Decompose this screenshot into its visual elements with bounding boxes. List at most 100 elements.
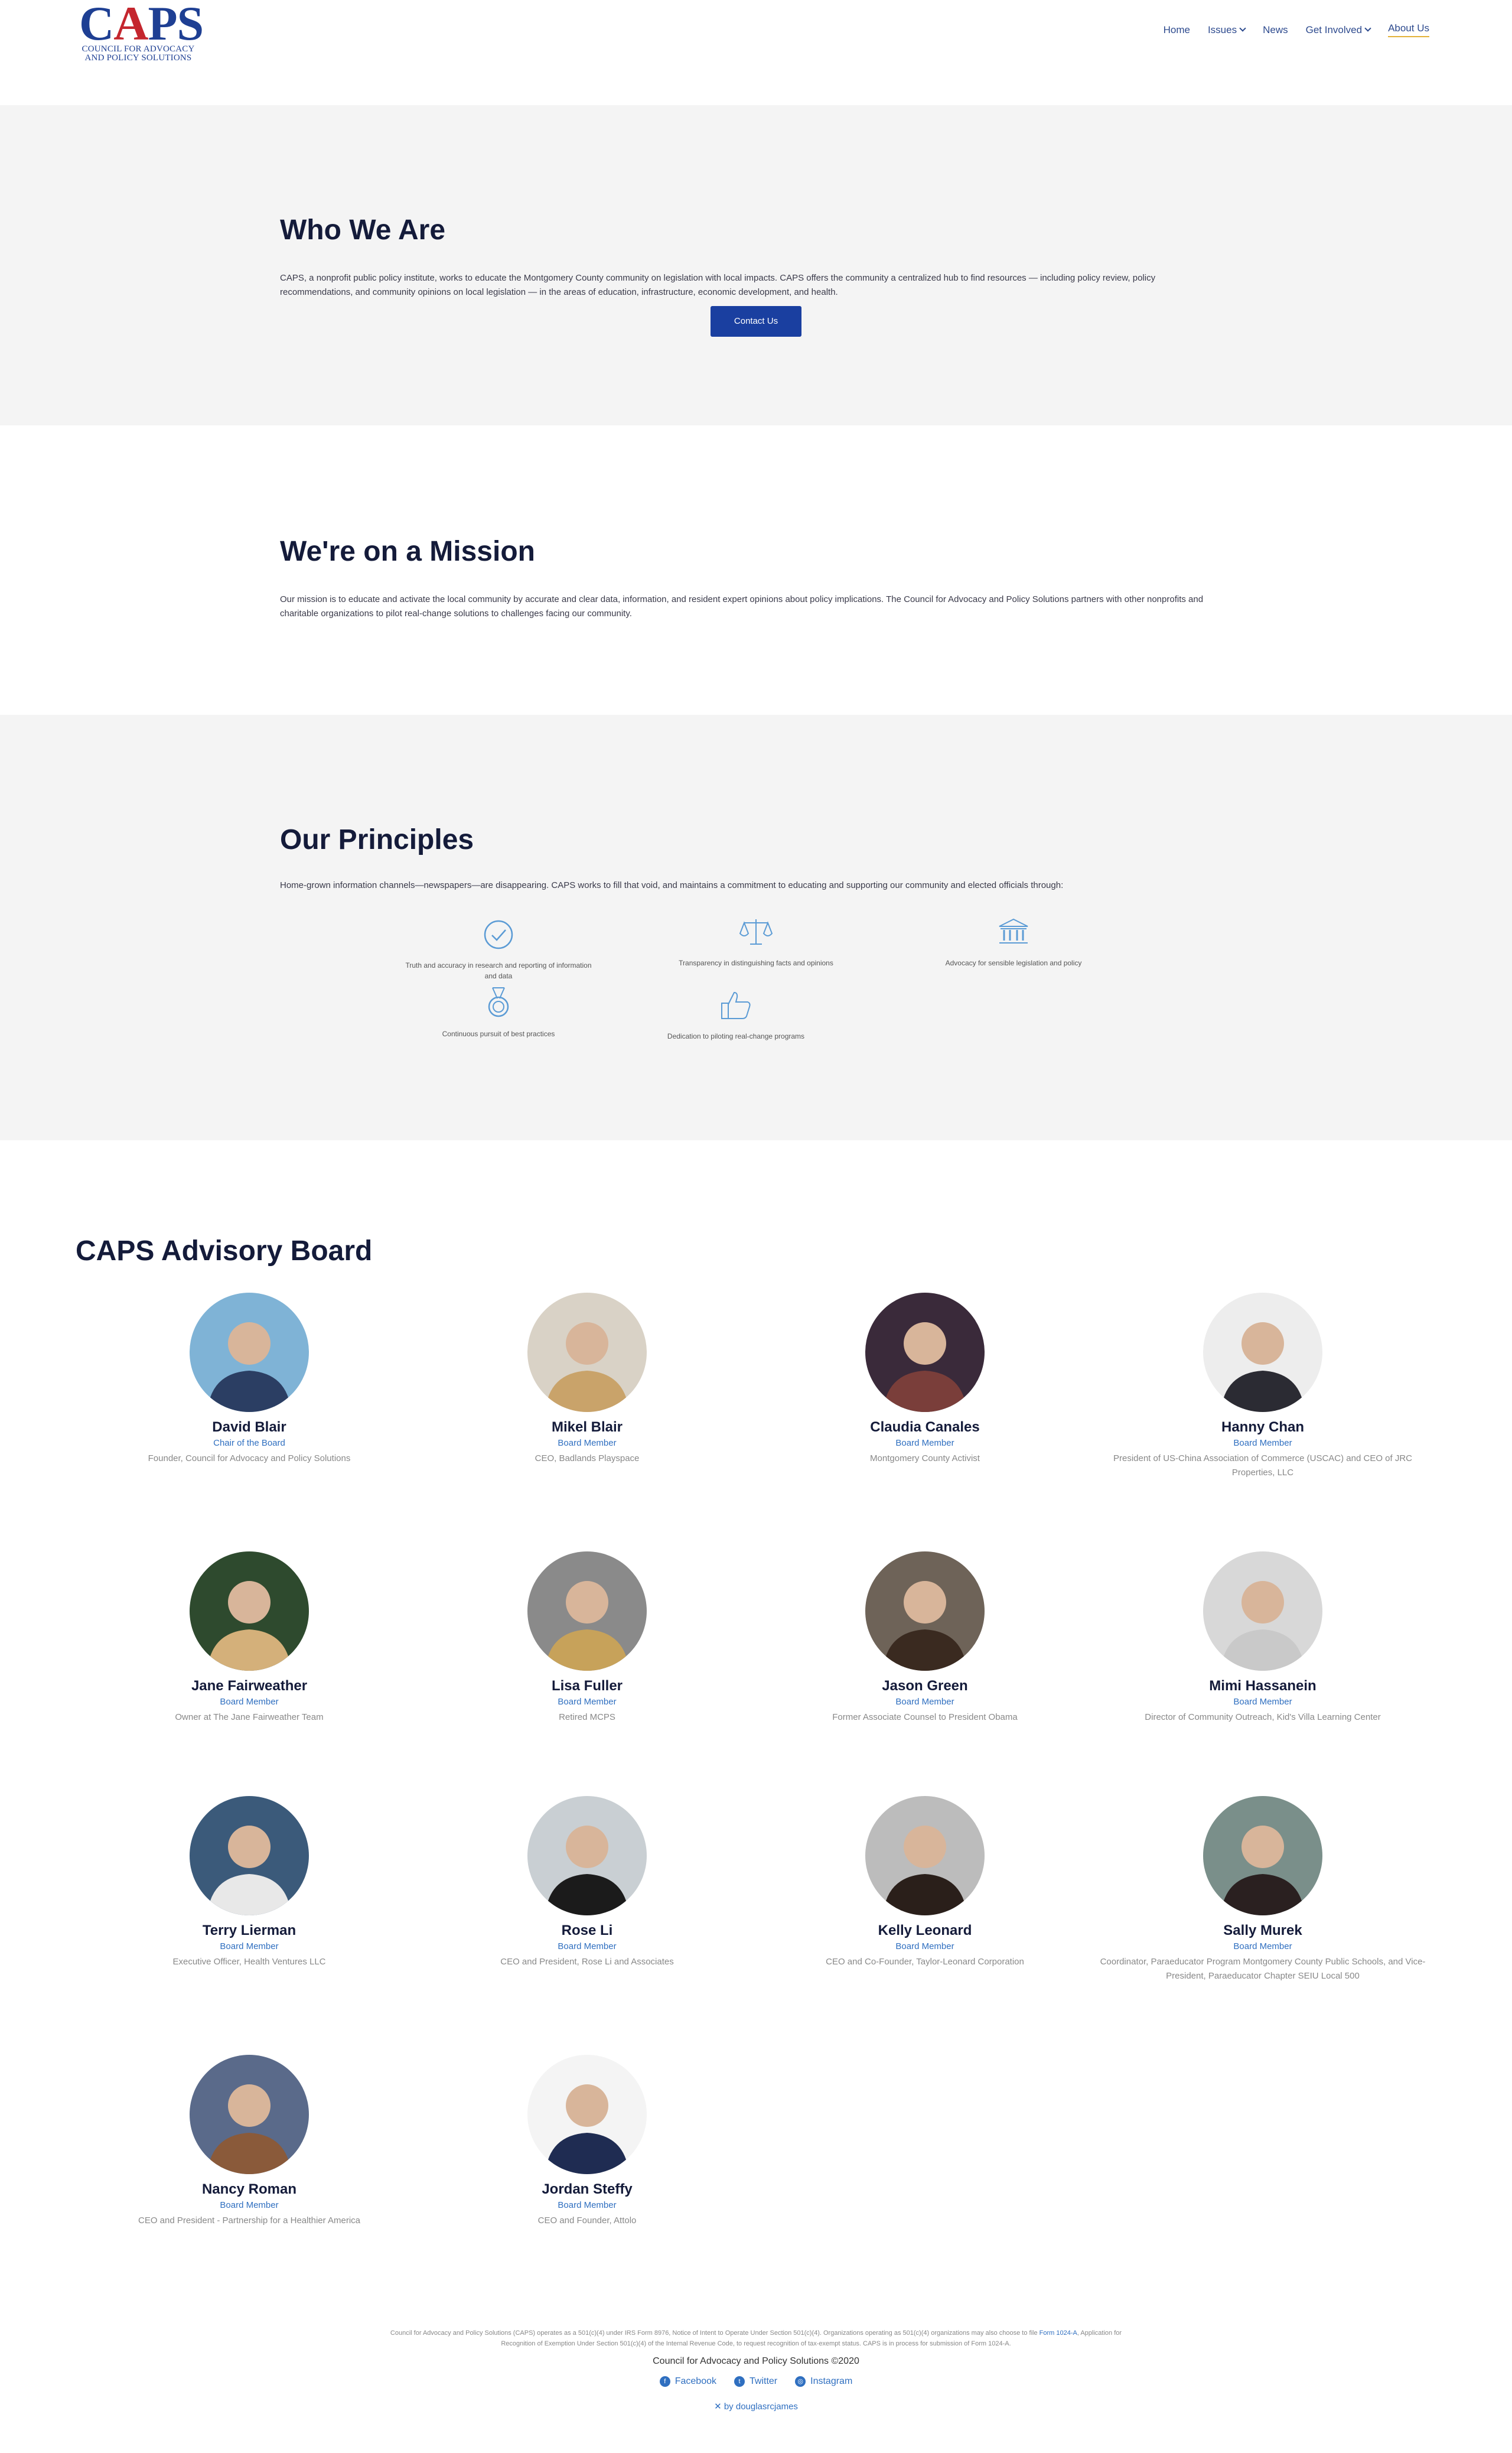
member-description: Coordinator, Paraeducator Program Montgo… <box>1100 1957 1426 1981</box>
member-role: Board Member <box>220 1697 279 1707</box>
member-photo <box>865 1796 985 1915</box>
member-role: Board Member <box>895 1697 954 1707</box>
thumbs-up-icon <box>721 991 751 1019</box>
member-description: CEO, Badlands Playspace <box>535 1453 640 1463</box>
member-photo <box>527 2055 647 2174</box>
facebook-label: Facebook <box>674 2376 716 2386</box>
person-silhouette-icon <box>883 1322 967 1412</box>
principle-best-practices: Continuous pursuit of best practices <box>404 985 593 1039</box>
principle-caption: Truth and accuracy in research and repor… <box>405 961 592 980</box>
member-name: Jason Green <box>882 1678 968 1694</box>
board-member-card: Nancy Roman Board Member CEO and President… <box>81 2055 418 2228</box>
nav-news-label: News <box>1263 24 1288 35</box>
person-silhouette-icon <box>207 2084 291 2174</box>
board-member-card: Hanny Chan Board Member President of US-Ch… <box>1094 1293 1431 1480</box>
member-description: Former Associate Counsel to President Ob… <box>832 1712 1018 1722</box>
member-description: President of US-China Association of Com… <box>1113 1453 1412 1478</box>
member-photo <box>527 1293 647 1412</box>
principles-text: Home-grown information channels—newspape… <box>280 880 1064 890</box>
board-member-card: Rose Li Board Member CEO and President, Ro… <box>419 1796 755 1969</box>
member-name: David Blair <box>212 1419 286 1435</box>
contact-us-button[interactable]: Contact Us <box>711 306 801 337</box>
principle-caption: Transparency in distinguishing facts and… <box>679 959 833 967</box>
nav-news[interactable]: News <box>1263 24 1288 36</box>
member-photo <box>190 1293 309 1412</box>
member-photo <box>1203 1293 1322 1412</box>
person-silhouette-icon <box>883 1826 967 1915</box>
member-role: Board Member <box>558 1697 617 1707</box>
member-role: Board Member <box>1233 1941 1292 1951</box>
facebook-icon: f <box>659 2376 670 2387</box>
footer-credit[interactable]: ✕ by douglasrcjames <box>0 2401 1512 2412</box>
person-silhouette-icon <box>545 1826 629 1915</box>
member-role: Board Member <box>558 2200 617 2210</box>
mission-title: We're on a Mission <box>280 536 535 567</box>
person-silhouette-icon <box>545 1322 629 1412</box>
instagram-link[interactable]: ◎ Instagram <box>795 2376 852 2387</box>
caps-logo[interactable]: CAPS COUNCIL FOR ADVOCACY AND POLICY SOL… <box>79 0 204 64</box>
board-member-card: Claudia Canales Board Member Montgomery Co… <box>757 1293 1093 1466</box>
board-member-card: Terry Lierman Board Member Executive Offic… <box>81 1796 418 1969</box>
footer-legal-text: Council for Advocacy and Policy Solution… <box>375 2328 1137 2349</box>
twitter-link[interactable]: t Twitter <box>734 2376 777 2387</box>
person-silhouette-icon <box>883 1581 967 1671</box>
footer-credit-label: by douglasrcjames <box>724 2402 798 2412</box>
member-name: Jane Fairweather <box>191 1678 308 1694</box>
person-silhouette-icon <box>545 1581 629 1671</box>
member-photo <box>527 1796 647 1915</box>
board-member-card: Jordan Steffy Board Member CEO and Founder… <box>419 2055 755 2228</box>
member-photo <box>1203 1796 1322 1915</box>
nav-about-us[interactable]: About Us <box>1388 22 1429 37</box>
member-role: Board Member <box>220 2200 279 2210</box>
nav-issues[interactable]: Issues <box>1208 24 1246 36</box>
who-we-are-section: Who We Are CAPS, a nonprofit public poli… <box>0 105 1512 425</box>
mission-section: We're on a Mission Our mission is to edu… <box>0 425 1512 715</box>
board-member-card: Jane Fairweather Board Member Owner at The… <box>81 1551 418 1725</box>
principle-caption: Advocacy for sensible legislation and po… <box>945 959 1082 967</box>
member-name: Nancy Roman <box>201 2181 297 2197</box>
member-name: Hanny Chan <box>1221 1419 1304 1435</box>
member-name: Mimi Hassanein <box>1209 1678 1317 1694</box>
member-description: Owner at The Jane Fairweather Team <box>175 1712 324 1722</box>
nav-about-us-label: About Us <box>1388 22 1429 34</box>
person-silhouette-icon <box>545 2084 629 2174</box>
main-nav: Home Issues News Get Involved About Us <box>1164 22 1429 37</box>
board-member-card: Lisa Fuller Board Member Retired MCPS <box>419 1551 755 1725</box>
member-description: CEO and Co-Founder, Taylor-Leonard Corpo… <box>826 1957 1024 1967</box>
principle-caption: Continuous pursuit of best practices <box>442 1030 555 1038</box>
who-we-are-title: Who We Are <box>280 214 446 246</box>
form-1024a-link[interactable]: Form 1024-A <box>1040 2330 1077 2337</box>
member-role: Board Member <box>895 1941 954 1951</box>
principle-truth: Truth and accuracy in research and repor… <box>404 917 593 981</box>
instagram-label: Instagram <box>810 2376 853 2386</box>
member-photo <box>527 1551 647 1671</box>
twitter-label: Twitter <box>750 2376 778 2386</box>
member-photo <box>865 1293 985 1412</box>
member-description: CEO and President - Partnership for a He… <box>138 2215 360 2226</box>
member-description: Montgomery County Activist <box>870 1453 980 1463</box>
nav-get-involved[interactable]: Get Involved <box>1306 24 1371 36</box>
member-name: Mikel Blair <box>551 1419 623 1435</box>
footer-legal-part-1: Council for Advocacy and Policy Solution… <box>390 2330 1040 2337</box>
principle-caption: Dedication to piloting real-change progr… <box>667 1032 805 1040</box>
person-silhouette-icon <box>1221 1826 1305 1915</box>
facebook-link[interactable]: f Facebook <box>659 2376 716 2387</box>
principles-title: Our Principles <box>280 824 474 855</box>
member-name: Rose Li <box>561 1922 613 1938</box>
principle-pilot-programs: Dedication to piloting real-change progr… <box>641 988 830 1042</box>
member-role: Board Member <box>558 1941 617 1951</box>
site-header: CAPS COUNCIL FOR ADVOCACY AND POLICY SOL… <box>0 0 1512 105</box>
principles-section: Our Principles Home-grown information ch… <box>0 715 1512 1140</box>
nav-home[interactable]: Home <box>1164 24 1190 36</box>
member-name: Lisa Fuller <box>551 1678 623 1694</box>
member-role: Board Member <box>895 1438 954 1448</box>
footer-copyright: Council for Advocacy and Policy Solution… <box>653 2356 859 2366</box>
member-role: Chair of the Board <box>213 1438 285 1448</box>
member-photo <box>190 1796 309 1915</box>
member-description: CEO and President, Rose Li and Associate… <box>500 1957 674 1967</box>
board-member-card: Mimi Hassanein Board Member Director of Co… <box>1094 1551 1431 1725</box>
member-role: Board Member <box>1233 1697 1292 1707</box>
member-description: Founder, Council for Advocacy and Policy… <box>148 1453 351 1463</box>
member-description: Retired MCPS <box>559 1712 615 1722</box>
member-photo <box>190 2055 309 2174</box>
